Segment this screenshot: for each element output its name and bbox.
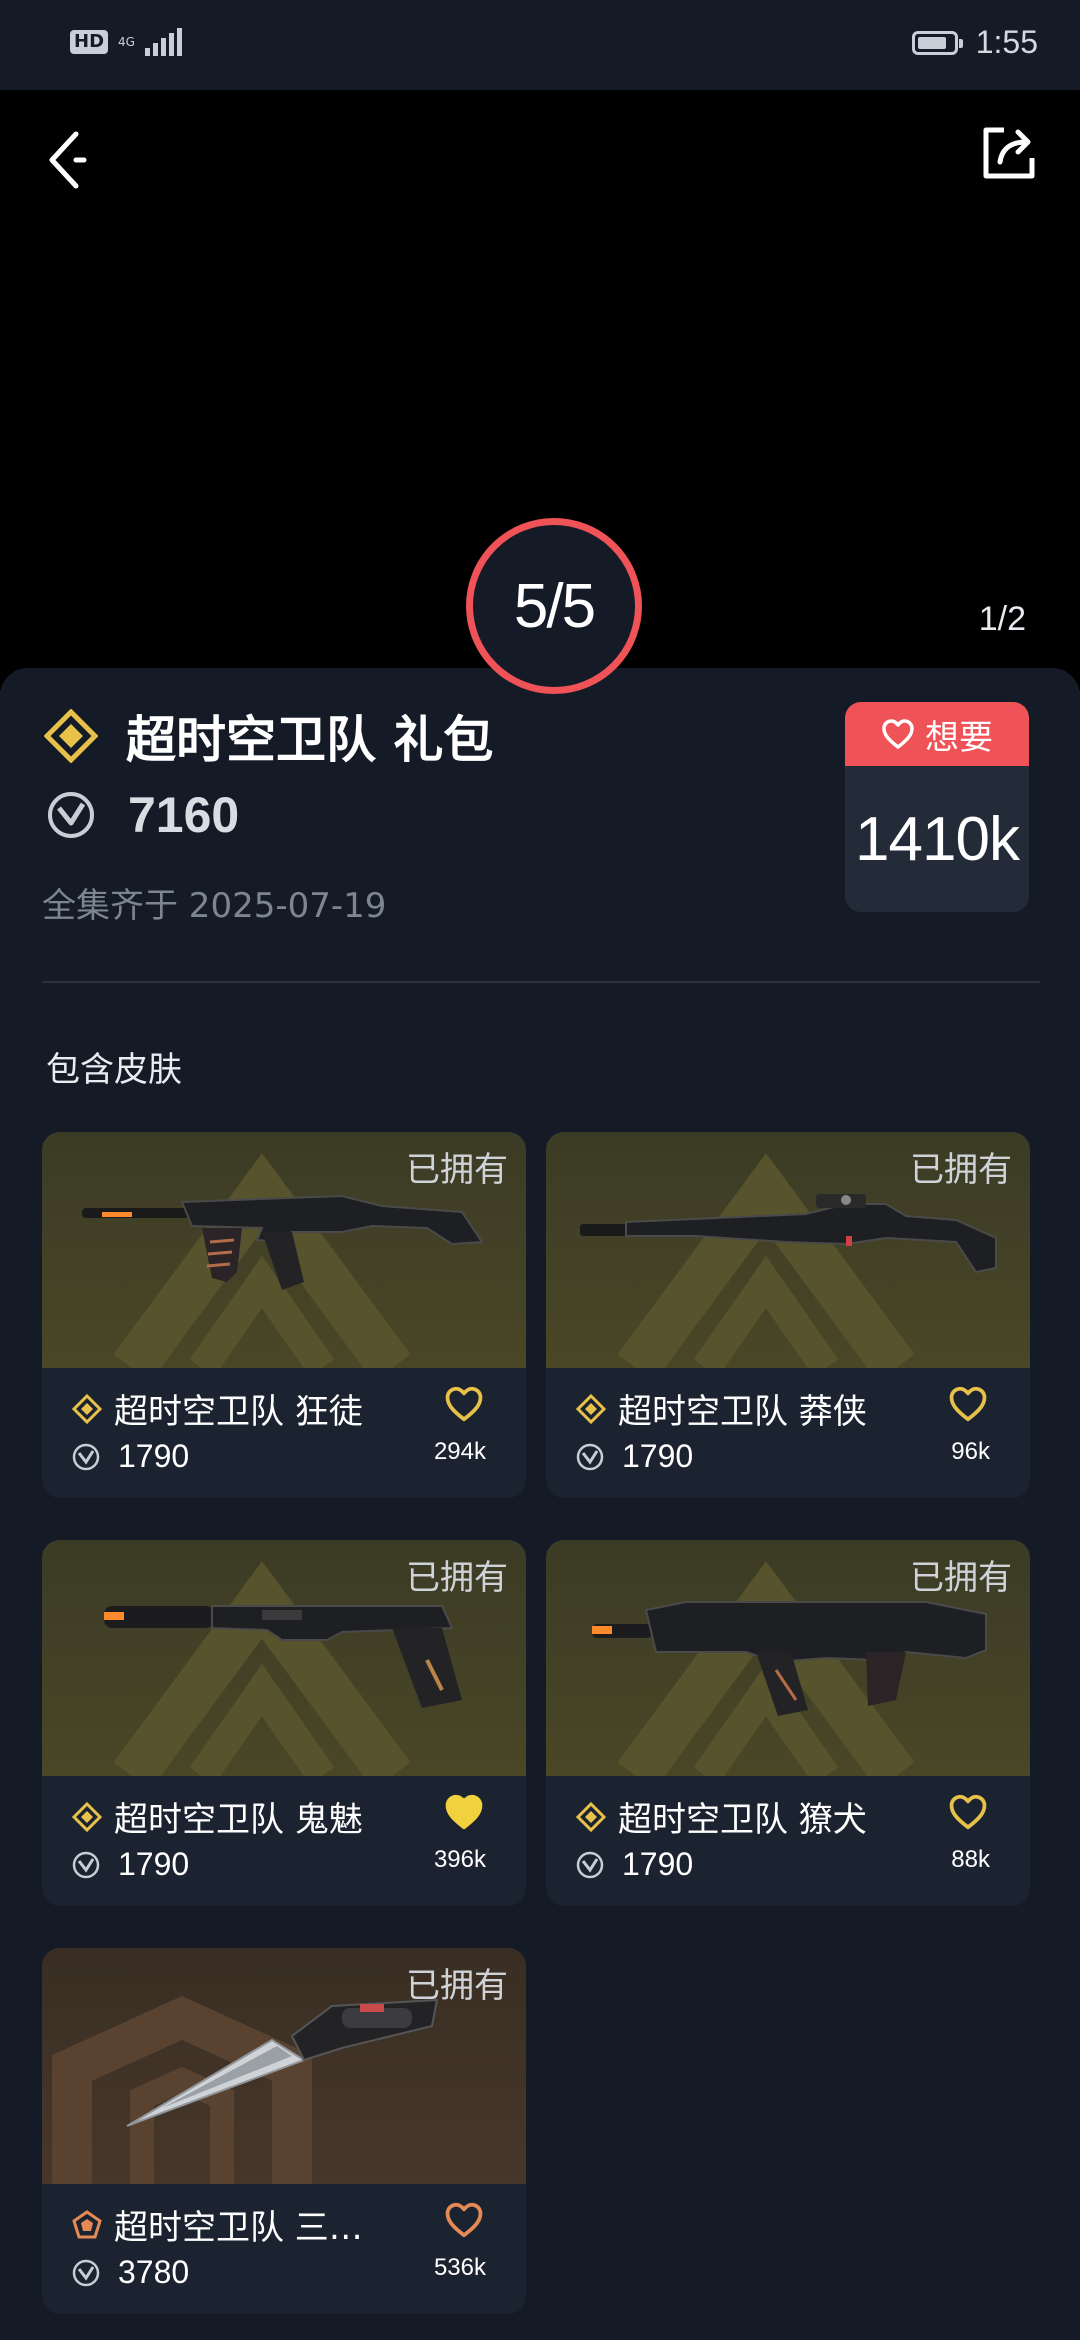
- skin-image: 已拥有: [42, 1540, 526, 1776]
- divider: [42, 981, 1040, 983]
- share-button[interactable]: [978, 122, 1040, 184]
- collection-progress-badge: 5/5: [466, 518, 642, 694]
- orange-tier-icon: [72, 2209, 102, 2238]
- like-count: 88k: [951, 1846, 990, 1873]
- heart-outline-icon[interactable]: [444, 2200, 484, 2240]
- like-count: 396k: [433, 1846, 486, 1873]
- skin-price: 1790: [622, 1438, 694, 1474]
- skin-price: 1790: [622, 1846, 694, 1882]
- bundle-title: 超时空卫队 礼包: [126, 711, 494, 769]
- gold-tier-icon: [576, 1801, 606, 1832]
- skin-image: 已拥有: [42, 1132, 526, 1368]
- like-count: 536k: [433, 2254, 486, 2281]
- gold-tier-icon: [72, 1393, 102, 1424]
- valorant-points-icon: [576, 1851, 604, 1878]
- gold-tier-icon: [44, 709, 98, 763]
- skin-image: 已拥有: [546, 1132, 1030, 1368]
- bundle-price: 7160: [128, 787, 240, 843]
- completion-date: 全集齐于 2025-07-19: [42, 886, 387, 926]
- back-button[interactable]: [40, 120, 100, 190]
- heart-outline-icon: [882, 719, 914, 749]
- status-bar: HD 4G 1:55: [0, 0, 1080, 90]
- heart-filled-icon[interactable]: [444, 1792, 484, 1832]
- section-title: 包含皮肤: [46, 1050, 182, 1090]
- owned-label: 已拥有: [910, 1150, 1012, 1190]
- heart-outline-icon[interactable]: [444, 1384, 484, 1424]
- skin-price: 1790: [118, 1846, 190, 1882]
- skin-name: 超时空卫队 鬼魅: [114, 1800, 363, 1840]
- want-label: 想要: [925, 717, 993, 758]
- hd-indicator: HD: [70, 30, 109, 54]
- skin-name: 超时空卫队 獠犬: [618, 1800, 867, 1840]
- skin-card[interactable]: 已拥有 超时空卫队 莽侠 1790 96k: [546, 1132, 1030, 1498]
- want-count: 1410k: [855, 804, 1020, 874]
- skin-card[interactable]: 已拥有 超时空卫队 三… 3780 536k: [42, 1948, 526, 2314]
- skin-price: 3780: [118, 2254, 190, 2290]
- clock: 1:55: [975, 24, 1038, 60]
- skin-card[interactable]: 已拥有 超时空卫队 狂徒 1790 294k: [42, 1132, 526, 1498]
- network-type: 4G: [118, 35, 135, 49]
- share-icon: [983, 127, 1035, 179]
- skin-name: 超时空卫队 莽侠: [618, 1392, 867, 1432]
- image-pager: 1/2: [978, 600, 1026, 638]
- skin-name: 超时空卫队 三…: [114, 2208, 363, 2248]
- heart-outline-icon[interactable]: [948, 1384, 988, 1424]
- skin-card[interactable]: 已拥有 超时空卫队 獠犬 1790 88k: [546, 1540, 1030, 1906]
- owned-label: 已拥有: [406, 1966, 508, 2006]
- signal-icon: [144, 28, 182, 56]
- skin-price: 1790: [118, 1438, 190, 1474]
- owned-label: 已拥有: [406, 1558, 508, 1598]
- owned-label: 已拥有: [406, 1150, 508, 1190]
- bundle-price-row: 7160: [46, 786, 239, 844]
- skin-image: 已拥有: [546, 1540, 1030, 1776]
- skin-name: 超时空卫队 狂徒: [114, 1392, 363, 1432]
- valorant-points-icon: [72, 1443, 100, 1470]
- valorant-points-icon: [48, 792, 94, 838]
- bundle-title-row: 超时空卫队 礼包: [44, 700, 493, 772]
- owned-label: 已拥有: [910, 1558, 1012, 1598]
- skin-image: 已拥有: [42, 1948, 526, 2184]
- like-count: 96k: [951, 1438, 990, 1465]
- like-count: 294k: [433, 1438, 486, 1465]
- valorant-points-icon: [576, 1443, 604, 1470]
- want-header: 想要: [845, 702, 1029, 766]
- back-arrow-icon: [49, 131, 87, 189]
- heart-outline-icon[interactable]: [948, 1792, 988, 1832]
- valorant-points-icon: [72, 2259, 100, 2286]
- skin-card[interactable]: 已拥有 超时空卫队 鬼魅 1790 396k: [42, 1540, 526, 1906]
- gold-tier-icon: [576, 1393, 606, 1424]
- valorant-points-icon: [72, 1851, 100, 1878]
- battery-icon: [911, 30, 963, 55]
- gold-tier-icon: [72, 1801, 102, 1832]
- want-button[interactable]: 想要 1410k: [845, 702, 1029, 912]
